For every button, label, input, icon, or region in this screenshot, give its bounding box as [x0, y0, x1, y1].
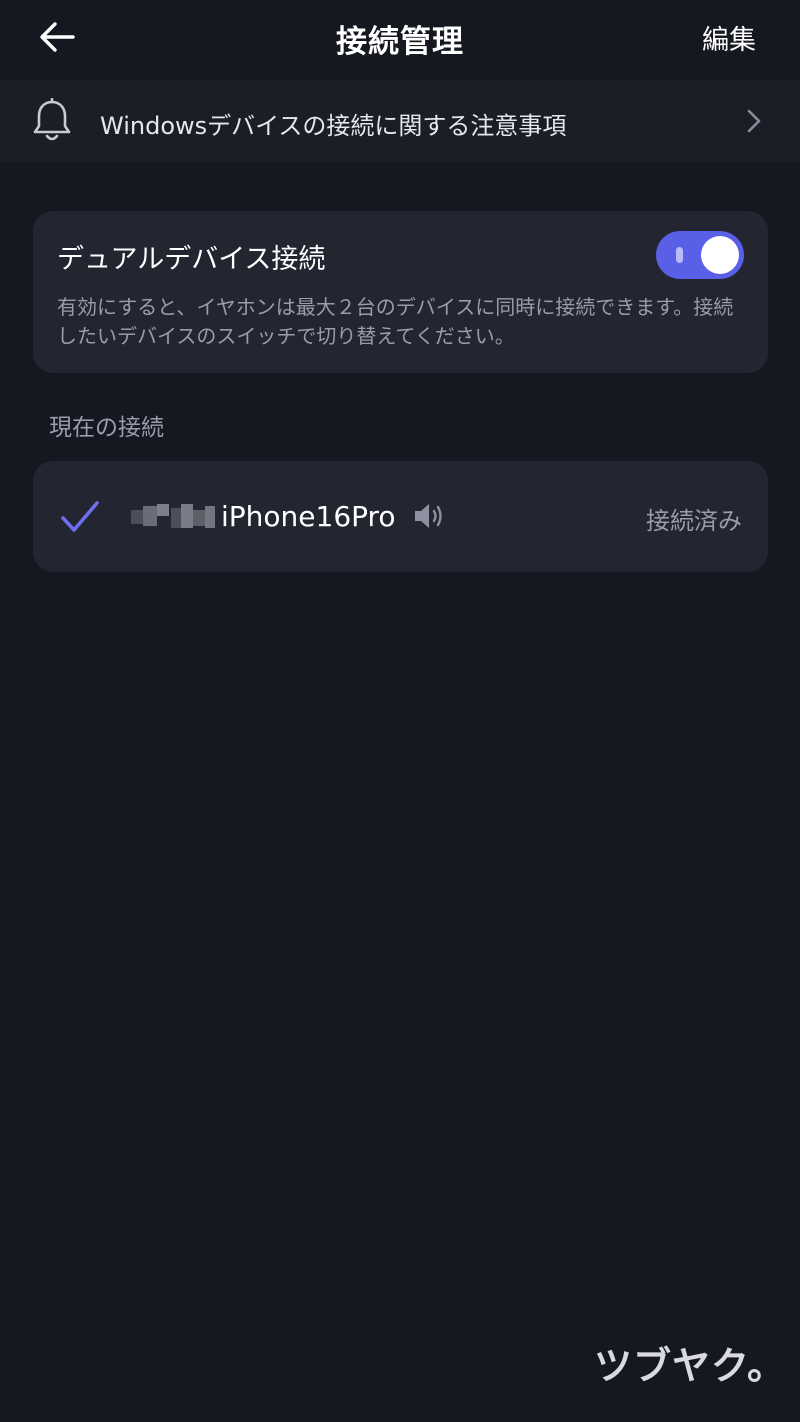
connection-management-screen: 接続管理 編集 Windowsデバイスの接続に関する注意事項 デュアルデバイス接…	[0, 0, 800, 1422]
dual-connection-title: デュアルデバイス接続	[57, 244, 326, 275]
header: 接続管理 編集	[0, 0, 800, 78]
dual-connection-card: デュアルデバイス接続 有効にすると、イヤホンは最大２台のデバイスに同時に接続でき…	[33, 211, 768, 373]
device-name-group: iPhone16Pro	[127, 495, 446, 537]
device-list-item[interactable]: iPhone16Pro 接続済み	[33, 461, 768, 572]
watermark-logo: ツブヤク。	[594, 1344, 786, 1388]
chevron-right-icon	[747, 109, 761, 133]
dual-connection-toggle[interactable]	[656, 231, 744, 279]
redacted-name-block	[127, 500, 217, 532]
toggle-knob	[701, 236, 739, 274]
windows-notice-row[interactable]: Windowsデバイスの接続に関する注意事項	[0, 80, 800, 162]
speaker-icon	[414, 504, 442, 528]
current-connection-heading: 現在の接続	[49, 415, 164, 441]
device-status: 接続済み	[646, 507, 742, 535]
edit-button[interactable]: 編集	[702, 18, 756, 57]
device-name: iPhone16Pro	[221, 499, 396, 533]
bell-icon	[33, 98, 71, 141]
dual-connection-description: 有効にすると、イヤホンは最大２台のデバイスに同時に接続できます。接続したいデバイ…	[57, 295, 734, 348]
checkmark-icon	[61, 501, 99, 532]
notice-text: Windowsデバイスの接続に関する注意事項	[100, 112, 567, 140]
page-title: 接続管理	[336, 24, 464, 60]
toggle-on-indicator	[676, 247, 683, 263]
